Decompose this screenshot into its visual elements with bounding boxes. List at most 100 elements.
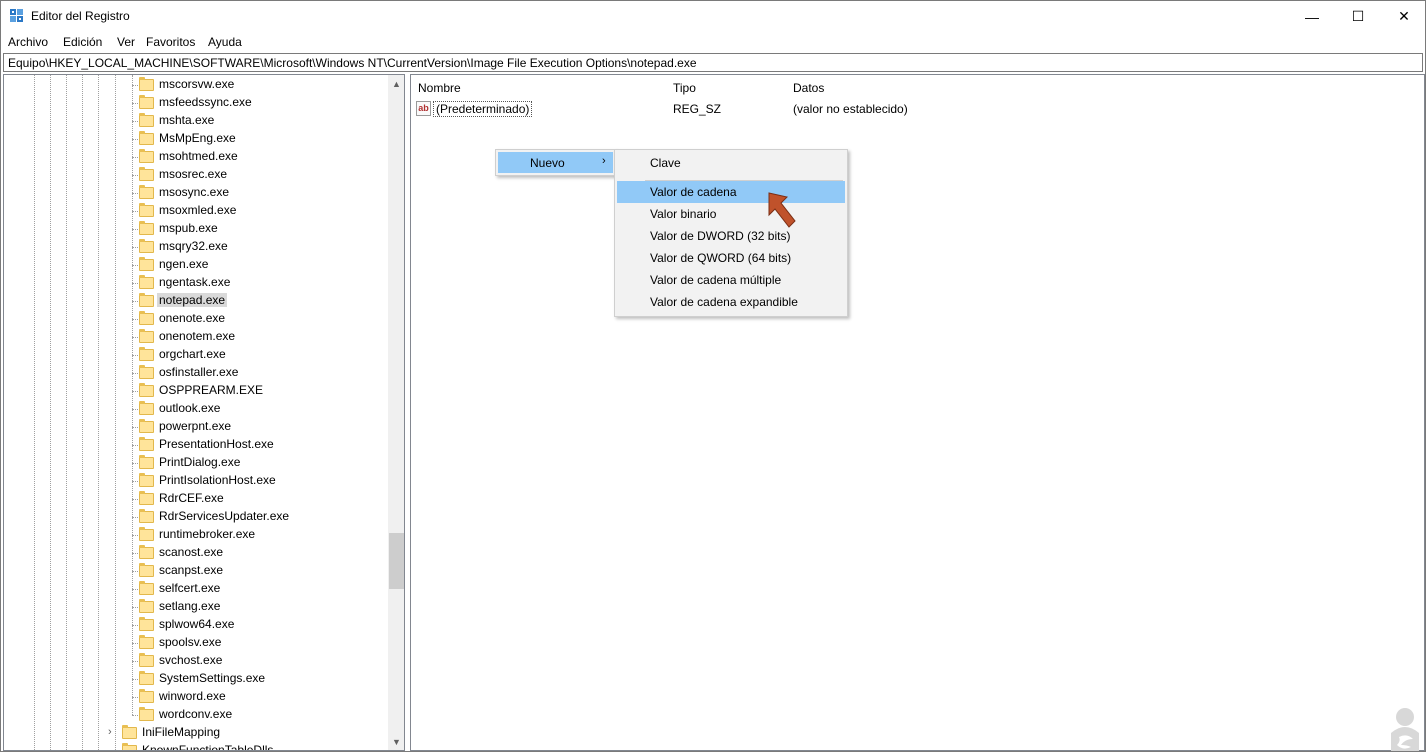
tree-item[interactable]: mscorsvw.exe xyxy=(4,76,388,94)
folder-icon xyxy=(139,599,154,613)
submenu-item-clave[interactable]: Clave xyxy=(617,152,845,174)
tree-item[interactable]: splwow64.exe xyxy=(4,616,388,634)
tree-item[interactable]: osfinstaller.exe xyxy=(4,364,388,382)
tree-item[interactable]: PresentationHost.exe xyxy=(4,436,388,454)
tree-item-label: RdrCEF.exe xyxy=(159,491,224,505)
menu-edicion[interactable]: Edición xyxy=(63,35,102,49)
tree-item-label: IniFileMapping xyxy=(142,725,221,739)
submenu-item-valor-qword[interactable]: Valor de QWORD (64 bits) xyxy=(617,247,845,269)
expand-chevron-icon[interactable]: › xyxy=(108,726,112,738)
tree-item[interactable]: setlang.exe xyxy=(4,598,388,616)
tree-item-label: setlang.exe xyxy=(159,599,221,613)
column-header-type[interactable]: Tipo xyxy=(673,81,696,95)
minimize-button[interactable]: — xyxy=(1289,1,1335,32)
tree-item-label: osfinstaller.exe xyxy=(159,365,239,379)
value-name-cell[interactable]: (Predeterminado) xyxy=(433,101,533,117)
tree-item[interactable]: runtimebroker.exe xyxy=(4,526,388,544)
tree-item[interactable]: RdrServicesUpdater.exe xyxy=(4,508,388,526)
tree-item[interactable]: msosrec.exe xyxy=(4,166,388,184)
address-path[interactable]: Equipo\HKEY_LOCAL_MACHINE\SOFTWARE\Micro… xyxy=(8,56,697,70)
tree-connector-line xyxy=(132,265,138,266)
address-bar[interactable]: Equipo\HKEY_LOCAL_MACHINE\SOFTWARE\Micro… xyxy=(3,53,1423,72)
string-value-icon: ab xyxy=(416,101,431,116)
tree-item[interactable]: RdrCEF.exe xyxy=(4,490,388,508)
folder-icon xyxy=(139,95,154,109)
tree-connector-line xyxy=(132,247,138,248)
tree-item[interactable]: MsMpEng.exe xyxy=(4,130,388,148)
folder-icon xyxy=(139,131,154,145)
menu-ver[interactable]: Ver xyxy=(117,35,135,49)
submenu-item-valor-cadena-multiple[interactable]: Valor de cadena múltiple xyxy=(617,269,845,291)
tree-connector-line xyxy=(132,355,138,356)
title-bar[interactable]: Editor del Registro — ☐ ✕ xyxy=(1,1,1425,32)
tree-connector-line xyxy=(132,103,138,104)
folder-icon xyxy=(139,617,154,631)
folder-icon xyxy=(139,203,154,217)
tree-item[interactable]: msoxmled.exe xyxy=(4,202,388,220)
scroll-up-arrow-icon[interactable]: ▲ xyxy=(388,75,404,92)
close-button[interactable]: ✕ xyxy=(1381,1,1425,32)
tree-item[interactable]: OSPPREARM.EXE xyxy=(4,382,388,400)
folder-icon xyxy=(139,275,154,289)
column-header-name[interactable]: Nombre xyxy=(418,81,461,95)
tree-item[interactable]: msqry32.exe xyxy=(4,238,388,256)
folder-icon xyxy=(139,311,154,325)
tree-item[interactable]: PrintDialog.exe xyxy=(4,454,388,472)
menu-item-label: Valor de cadena expandible xyxy=(650,295,798,309)
folder-icon xyxy=(139,383,154,397)
scroll-thumb[interactable] xyxy=(389,533,404,589)
folder-icon xyxy=(139,581,154,595)
folder-icon xyxy=(139,257,154,271)
tree-vertical-scrollbar[interactable]: ▲ ▼ xyxy=(388,75,404,750)
tree-item[interactable]: onenotem.exe xyxy=(4,328,388,346)
tree-item-label: msfeedssync.exe xyxy=(159,95,252,109)
tree-item[interactable]: notepad.exe xyxy=(4,292,388,310)
tree-item[interactable]: mshta.exe xyxy=(4,112,388,130)
folder-icon xyxy=(139,239,154,253)
value-data-cell[interactable]: (valor no establecido) xyxy=(793,102,908,116)
tree-item[interactable]: scanpst.exe xyxy=(4,562,388,580)
menu-ayuda[interactable]: Ayuda xyxy=(208,35,242,49)
tree-item[interactable]: powerpnt.exe xyxy=(4,418,388,436)
tree-item[interactable]: orgchart.exe xyxy=(4,346,388,364)
tree-item[interactable]: msfeedssync.exe xyxy=(4,94,388,112)
tree-item[interactable]: PrintIsolationHost.exe xyxy=(4,472,388,490)
tree-item[interactable]: svchost.exe xyxy=(4,652,388,670)
menu-favoritos[interactable]: Favoritos xyxy=(146,35,195,49)
tree-item-inifilemapping[interactable]: › IniFileMapping xyxy=(4,724,388,742)
tree-connector-line xyxy=(132,481,138,482)
tree-item-knownfunctiontabledlls[interactable]: KnownFunctionTableDlls xyxy=(4,742,388,750)
submenu-item-valor-binario[interactable]: Valor binario xyxy=(617,203,845,225)
tree-item[interactable]: SystemSettings.exe xyxy=(4,670,388,688)
tree-connector-line xyxy=(132,643,138,644)
value-type-cell[interactable]: REG_SZ xyxy=(673,102,721,116)
tree-item[interactable]: selfcert.exe xyxy=(4,580,388,598)
tree-connector-line xyxy=(132,139,138,140)
tree-item[interactable]: wordconv.exe xyxy=(4,706,388,724)
submenu-item-valor-de-cadena[interactable]: Valor de cadena xyxy=(617,181,845,203)
tree-item[interactable]: scanost.exe xyxy=(4,544,388,562)
folder-icon xyxy=(139,689,154,703)
maximize-button[interactable]: ☐ xyxy=(1335,1,1381,32)
submenu-item-valor-dword[interactable]: Valor de DWORD (32 bits) xyxy=(617,225,845,247)
tree-item[interactable]: outlook.exe xyxy=(4,400,388,418)
tree-connector-line xyxy=(132,337,138,338)
tree-item[interactable]: spoolsv.exe xyxy=(4,634,388,652)
submenu-item-valor-cadena-expandible[interactable]: Valor de cadena expandible xyxy=(617,291,845,313)
tree-item[interactable]: ngentask.exe xyxy=(4,274,388,292)
column-header-data[interactable]: Datos xyxy=(793,81,824,95)
new-submenu: Clave Valor de cadena Valor binario Valo… xyxy=(614,149,848,317)
tree-item[interactable]: ngen.exe xyxy=(4,256,388,274)
tree-item[interactable]: msohtmed.exe xyxy=(4,148,388,166)
tree-item-label: PrintIsolationHost.exe xyxy=(159,473,276,487)
tree-connector-line xyxy=(132,211,138,212)
tree-item[interactable]: mspub.exe xyxy=(4,220,388,238)
menu-archivo[interactable]: Archivo xyxy=(8,35,48,49)
menu-item-label: Valor de QWORD (64 bits) xyxy=(650,251,792,265)
tree-item[interactable]: msosync.exe xyxy=(4,184,388,202)
key-tree-pane[interactable]: mscorsvw.exe msfeedssync.exe mshta.exe MsMp… xyxy=(3,74,405,751)
tree-item[interactable]: winword.exe xyxy=(4,688,388,706)
menu-item-nuevo[interactable]: Nuevo › xyxy=(498,152,613,173)
scroll-down-arrow-icon[interactable]: ▼ xyxy=(388,733,404,750)
tree-item[interactable]: onenote.exe xyxy=(4,310,388,328)
